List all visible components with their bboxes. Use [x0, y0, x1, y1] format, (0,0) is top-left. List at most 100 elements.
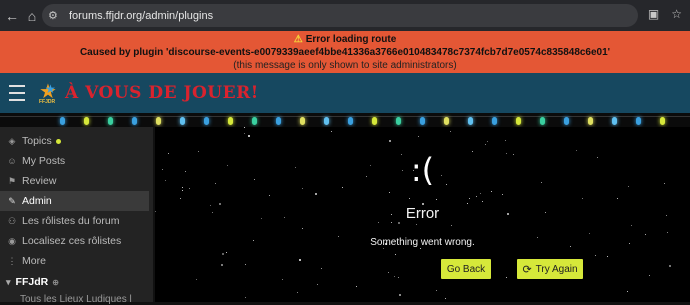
star-decoration [399, 294, 401, 296]
users-icon: ⚇ [7, 215, 17, 226]
try-again-button[interactable]: ⟳ Try Again [517, 259, 583, 279]
sidebar-item-label: My Posts [22, 155, 66, 167]
sidebar-item-partial[interactable]: Tous les Lieux Ludiques l [20, 294, 153, 305]
star-decoration [409, 198, 410, 199]
try-again-label: Try Again [535, 263, 578, 275]
light-bulb-decoration [300, 117, 305, 125]
star-decoration [378, 222, 379, 223]
decorative-lights [0, 113, 690, 127]
layers-icon: ◈ [8, 135, 16, 146]
install-app-icon[interactable]: ▣ [648, 7, 659, 21]
bookmark-star-icon[interactable]: ☆ [671, 7, 682, 21]
star-decoration [595, 255, 596, 256]
hamburger-menu-icon[interactable] [4, 83, 30, 103]
star-decoration [482, 201, 483, 202]
star-decoration [420, 248, 421, 249]
light-bulb-decoration [228, 117, 233, 125]
light-bulb-decoration [108, 117, 113, 125]
light-bulb-decoration [468, 117, 473, 125]
light-bulb-decoration [372, 117, 377, 125]
light-bulb-decoration [204, 117, 209, 125]
star-decoration [222, 253, 224, 255]
light-bulb-decoration [564, 117, 569, 125]
light-bulb-decoration [132, 117, 137, 125]
error-banner: ⚠ Error loading route Caused by plugin 'd… [0, 31, 690, 73]
star-decoration [321, 268, 322, 269]
star-decoration [398, 277, 399, 278]
sidebar-item-admin[interactable]: ✎ Admin [0, 191, 149, 211]
star-decoration [389, 192, 390, 193]
star-decoration [388, 272, 389, 273]
star-decoration [505, 140, 506, 141]
star-decoration [436, 290, 437, 291]
go-back-button[interactable]: Go Back [441, 259, 491, 279]
star-decoration [395, 254, 396, 255]
star-decoration [398, 222, 400, 224]
error-banner-note: (this message is only shown to site admi… [233, 60, 457, 71]
star-decoration [645, 234, 646, 235]
star-decoration [315, 193, 317, 195]
star-decoration [356, 286, 357, 287]
star-decoration [649, 275, 650, 276]
home-icon[interactable]: ⌂ [22, 8, 42, 24]
address-bar[interactable]: ⚙ forums.ffjdr.org/admin/plugins [42, 4, 638, 27]
unread-dot [55, 138, 61, 144]
star-decoration [416, 224, 417, 225]
star-decoration [383, 248, 384, 249]
sidebar-item-label: Review [22, 175, 57, 187]
light-bulb-decoration [60, 117, 65, 125]
star-decoration [491, 191, 492, 192]
sidebar-item-more[interactable]: ⋮ More [6, 251, 153, 271]
star-decoration [299, 259, 301, 261]
star-decoration [669, 265, 671, 267]
map-pin-icon: ◉ [8, 235, 16, 246]
site-logo[interactable]: ★ ★ FFJDR [39, 79, 61, 107]
star-decoration [182, 190, 183, 191]
light-bulb-decoration [492, 117, 497, 125]
light-bulb-decoration [180, 117, 185, 125]
star-decoration [244, 133, 245, 134]
light-bulb-decoration [540, 117, 545, 125]
star-decoration [418, 136, 419, 137]
sidebar-item-localisez[interactable]: ◉ Localisez ces rôlistes [6, 231, 153, 251]
star-decoration [221, 264, 223, 266]
error-banner-title: ⚠ Error loading route [293, 34, 397, 45]
site-settings-icon[interactable]: ⚙ [48, 9, 62, 22]
star-decoration [180, 198, 181, 199]
sidebar: ◈ Topics ☺ My Posts ⚑ Review ✎ Admin ⚇ L… [0, 127, 153, 305]
star-decoration [607, 256, 608, 257]
star-decoration [245, 297, 246, 298]
url-text[interactable]: forums.ffjdr.org/admin/plugins [69, 10, 213, 22]
star-decoration [450, 131, 451, 132]
light-bulb-decoration [660, 117, 665, 125]
user-icon: ☺ [7, 156, 17, 166]
star-decoration [627, 291, 628, 292]
site-name[interactable]: À VOUS DE JOUER! [65, 83, 259, 103]
light-bulb-decoration [324, 117, 329, 125]
wrench-icon: ✎ [8, 195, 16, 206]
sidebar-item-review[interactable]: ⚑ Review [6, 171, 153, 191]
sidebar-section-ffjdr[interactable]: ▾ FFJdR ⊕ [6, 271, 153, 293]
star-decoration [226, 252, 227, 253]
sidebar-item-my-posts[interactable]: ☺ My Posts [6, 151, 153, 171]
error-title: Error [405, 205, 440, 222]
star-decoration [467, 203, 468, 204]
site-header: ★ ★ FFJDR À VOUS DE JOUER! [0, 73, 690, 113]
light-bulb-decoration [588, 117, 593, 125]
star-decoration [389, 140, 391, 142]
light-bulb-decoration [420, 117, 425, 125]
logo-text: FFJDR [39, 99, 56, 105]
star-decoration [485, 144, 486, 145]
light-bulb-decoration [516, 117, 521, 125]
star-decoration [297, 292, 298, 293]
warning-icon: ⚠ [293, 34, 303, 45]
star-decoration [282, 279, 283, 280]
sidebar-item-topics[interactable]: ◈ Topics [6, 131, 153, 151]
error-face: :( [410, 151, 435, 189]
star-decoration [617, 198, 618, 199]
arrow-left-icon[interactable]: ← [2, 8, 22, 24]
light-bulb-decoration [84, 117, 89, 125]
star-decoration [436, 199, 437, 200]
star-decoration [248, 135, 250, 137]
sidebar-item-les-rolistes[interactable]: ⚇ Les rôlistes du forum [6, 211, 153, 231]
